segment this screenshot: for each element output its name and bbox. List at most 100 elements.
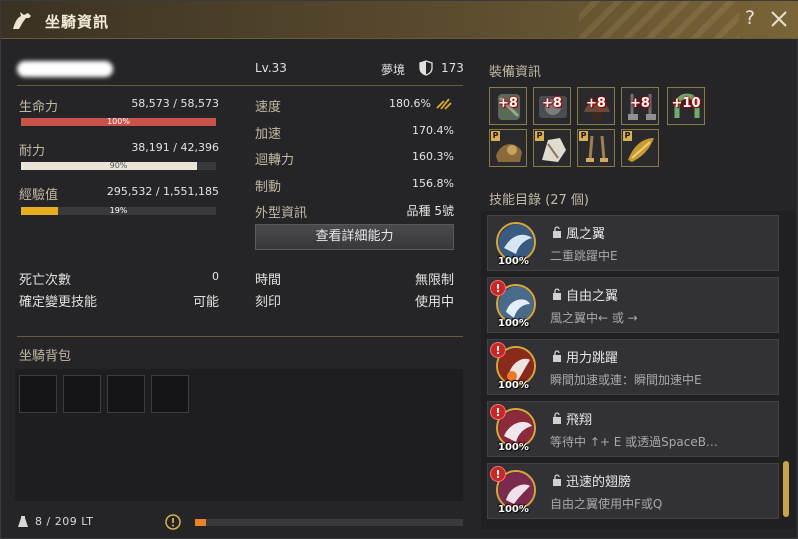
bag-slot[interactable] <box>151 375 189 413</box>
deaths-label: 死亡次數 <box>19 273 72 288</box>
equip-slot[interactable]: +8 <box>533 87 571 125</box>
bag-slot[interactable] <box>107 375 145 413</box>
skill-proficiency: 100% <box>498 380 529 391</box>
skill-proficiency: 100% <box>498 318 529 329</box>
skill-description: 等待中 ↑+ E 或透過SpaceB… <box>550 435 718 449</box>
alert-icon: ! <box>490 342 506 358</box>
pearl-badge: P <box>491 131 500 141</box>
unlock-icon <box>553 412 561 424</box>
equip-slot[interactable]: +8 <box>489 87 527 125</box>
equip-slot[interactable]: +10 <box>667 87 705 125</box>
mount-level: Lv.33 <box>255 61 287 75</box>
hp-percent: 100% <box>107 117 130 126</box>
pet-equip-slot[interactable]: P <box>489 129 527 167</box>
view-details-button[interactable]: 查看詳細能力 <box>255 224 454 250</box>
skill-item[interactable]: ! 100% 迅速的翅膀 自由之翼使用中F或Q <box>487 463 779 519</box>
accel-value: 170.4% <box>412 124 454 137</box>
skill-list[interactable]: 100% 風之翼 二重跳躍中E ! 100% 自由之翼 風之翼中← 或 → ! … <box>481 211 795 529</box>
bag-weight: 8 / 209 LT <box>35 515 94 528</box>
pet-equip-slot[interactable]: P <box>577 129 615 167</box>
skill-item[interactable]: 100% 風之翼 二重跳躍中E <box>487 215 779 271</box>
skill-name: 風之翼 <box>566 227 606 242</box>
bag-divider <box>17 336 463 337</box>
bag-slot[interactable] <box>63 375 101 413</box>
window-title: 坐騎資訊 <box>45 13 110 31</box>
warning-icon[interactable] <box>165 514 181 530</box>
exp-label: 經驗值 <box>19 188 59 203</box>
unlock-icon <box>553 226 561 238</box>
horse-icon <box>13 12 31 29</box>
pearl-badge: P <box>623 131 632 141</box>
imprint-value: 使用中 <box>414 295 454 310</box>
help-icon[interactable]: ? <box>745 7 755 29</box>
enhancement-level: +8 <box>586 96 606 111</box>
weight-bar <box>195 519 463 526</box>
skill-description: 二重跳躍中E <box>550 249 618 263</box>
brake-value: 156.8% <box>412 177 454 190</box>
skill-item[interactable]: ! 100% 自由之翼 風之翼中← 或 → <box>487 277 779 333</box>
skill-description: 瞬間加速或連：瞬間加速中E <box>550 373 702 387</box>
bag-slot[interactable] <box>19 375 57 413</box>
dream-value: 173 <box>441 61 464 75</box>
skill-name: 用力跳躍 <box>566 351 619 366</box>
mount-info-window: 坐騎資訊 ? Lv.33 夢境 173 生命力 58,573 / 58,573 … <box>0 0 798 539</box>
title-bar[interactable]: 坐騎資訊 ? <box>1 1 798 39</box>
equip-slot[interactable]: +8 <box>621 87 659 125</box>
equipment-title: 裝備資訊 <box>489 65 542 80</box>
skill-proficiency: 100% <box>498 256 529 267</box>
exp-value: 295,532 / 1,551,185 <box>106 185 219 198</box>
hp-value: 58,573 / 58,573 <box>131 97 219 110</box>
skill-proficiency: 100% <box>498 442 529 453</box>
stamina-bar: 90% <box>21 161 216 170</box>
pet-equip-slot[interactable]: P <box>621 129 659 167</box>
skill-change-value: 可能 <box>192 295 219 310</box>
alert-icon: ! <box>490 404 506 420</box>
time-label: 時間 <box>255 273 282 288</box>
skill-item[interactable]: ! 100% 飛翔 等待中 ↑+ E 或透過SpaceB… <box>487 401 779 457</box>
skill-scrollbar[interactable] <box>783 461 789 517</box>
hp-label: 生命力 <box>19 100 59 115</box>
appearance-value: 品種 5號 <box>406 204 454 218</box>
stamina-percent: 90% <box>109 161 128 170</box>
unlock-icon <box>553 474 561 486</box>
header-divider <box>17 85 463 86</box>
stamina-label: 耐力 <box>19 144 46 159</box>
time-value: 無限制 <box>414 273 454 288</box>
unlock-icon <box>553 350 561 362</box>
enhancement-level: +8 <box>498 96 518 111</box>
unlock-icon <box>553 288 561 300</box>
skill-change-label: 確定變更技能 <box>19 295 98 310</box>
skill-description: 自由之翼使用中F或Q <box>550 497 663 511</box>
brake-label: 制動 <box>255 180 282 195</box>
skills-title: 技能目錄 (27 個) <box>489 193 589 208</box>
exp-percent: 19% <box>109 206 128 215</box>
pet-equip-slot[interactable]: P <box>533 129 571 167</box>
weight-bar-fill <box>195 519 206 526</box>
pearl-badge: P <box>535 131 544 141</box>
dream-label: 夢境 <box>381 63 406 77</box>
boost-icon <box>436 98 452 110</box>
hp-bar: 100% <box>21 117 216 126</box>
skill-name: 迅速的翅膀 <box>566 475 632 490</box>
turn-value: 160.3% <box>412 150 454 163</box>
mount-name-redacted <box>17 61 113 77</box>
equip-slot[interactable]: +8 <box>577 87 615 125</box>
skill-name: 飛翔 <box>566 413 593 428</box>
title-decoration <box>579 1 739 38</box>
enhancement-level: +8 <box>630 96 650 111</box>
turn-label: 迴轉力 <box>255 153 295 168</box>
alert-icon: ! <box>490 280 506 296</box>
skill-item[interactable]: ! 100% 用力跳躍 瞬間加速或連：瞬間加速中E <box>487 339 779 395</box>
pearl-badge: P <box>579 131 588 141</box>
speed-value: 180.6% <box>389 97 431 110</box>
skill-proficiency: 100% <box>498 504 529 515</box>
bag-title: 坐騎背包 <box>19 349 72 364</box>
alert-icon: ! <box>490 466 506 482</box>
exp-bar: 19% <box>21 206 216 215</box>
accel-label: 加速 <box>255 127 282 142</box>
close-icon[interactable] <box>767 7 791 31</box>
skill-name: 自由之翼 <box>566 289 619 304</box>
stamina-value: 38,191 / 42,396 <box>131 141 219 154</box>
appearance-label: 外型資訊 <box>255 206 308 221</box>
weight-icon <box>18 516 28 527</box>
